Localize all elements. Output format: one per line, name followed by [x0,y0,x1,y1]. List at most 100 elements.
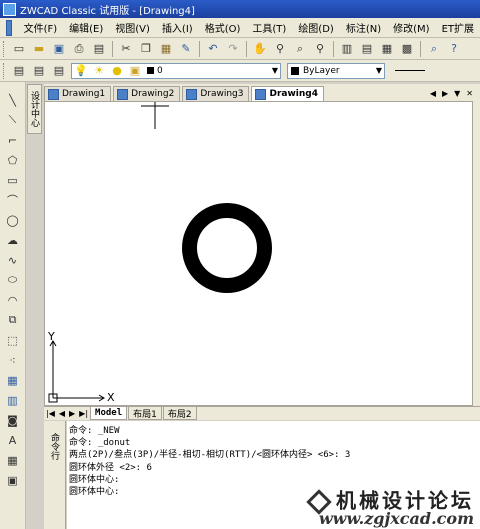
ucs-x-label: X [107,391,115,404]
tab-drawing2[interactable]: Drawing2 [113,86,181,101]
prev-tab-icon[interactable]: ◀ [59,409,65,418]
arc-icon[interactable]: ⌒ [5,192,21,208]
color-swatch [291,66,299,75]
menu-view[interactable]: 视图(V) [109,20,156,35]
make-block-icon[interactable]: ⬚ [5,332,21,348]
layer-value: 0 [157,65,163,76]
cut-icon[interactable]: ✂ [118,41,134,57]
tab-layout2[interactable]: 布局2 [162,407,197,420]
drawing-canvas[interactable]: Y X [44,101,473,406]
properties-icon[interactable]: ▥ [339,41,355,57]
command-line: 命令: _NEW [69,426,120,436]
window-title: ZWCAD Classic 试用版 - [Drawing4] [20,5,195,17]
zwcad-logo-icon[interactable] [6,19,12,36]
xline-icon[interactable]: ⟍ [5,112,21,128]
tab-list-icon[interactable]: ▼ [454,89,460,98]
undo-icon[interactable]: ↶ [205,41,221,57]
first-tab-icon[interactable]: |◀ [46,409,55,418]
mtext-icon[interactable]: A [5,432,21,448]
drawing-icon [117,88,129,100]
toolbar-grip[interactable] [3,62,6,79]
polyline-icon[interactable]: ⌐ [5,132,21,148]
layer-manager-icon[interactable]: ▤ [11,63,27,79]
table-icon[interactable]: ▦ [5,452,21,468]
drawing-icon [255,88,267,100]
tab-prev-icon[interactable]: ◀ [430,89,436,98]
close-icon[interactable]: ✕ [466,89,473,98]
menu-insert[interactable]: 插入(I) [156,20,199,35]
pan-icon[interactable]: ✋ [252,41,268,57]
ellipse-arc-icon[interactable]: ◠ [5,292,21,308]
zoom-realtime-icon[interactable]: ⚲ [272,41,288,57]
tab-label: Drawing4 [269,89,318,99]
menu-et-express[interactable]: ET扩展 [436,20,480,35]
save-icon[interactable]: ▣ [51,41,67,57]
circle-icon[interactable]: ◯ [5,212,21,228]
new-icon[interactable]: ▭ [11,41,27,57]
menu-dimension[interactable]: 标注(N) [340,20,387,35]
zoom-window-icon[interactable]: ⌕ [292,41,308,57]
gradient-icon[interactable]: ▥ [5,392,21,408]
layer-plot-icon: ▣ [129,64,141,77]
zoom-previous-icon[interactable]: ⚲ [312,41,328,57]
redo-icon[interactable]: ↷ [225,41,241,57]
design-center-tab[interactable]: 设计中心 [27,84,42,134]
tool-palette-icon[interactable]: ▦ [379,41,395,57]
color-value: ByLayer [303,65,340,76]
print-icon[interactable]: ⎙ [71,41,87,57]
layer-color-swatch [147,67,154,74]
rectangle-icon[interactable]: ▭ [5,172,21,188]
tab-next-icon[interactable]: ▶ [442,89,448,98]
layer-previous-icon[interactable]: ▤ [31,63,47,79]
region-icon[interactable]: ◙ [5,412,21,428]
menu-edit[interactable]: 编辑(E) [63,20,109,35]
design-center-icon[interactable]: ▤ [359,41,375,57]
layer-select[interactable]: 💡 ☀ ● ▣ 0 ▼ [71,62,281,79]
line-icon[interactable]: ╲ [5,92,21,108]
menu-modify[interactable]: 修改(M) [387,20,435,35]
last-tab-icon[interactable]: ▶| [79,409,88,418]
app-icon [3,2,16,16]
tab-model[interactable]: Model [90,407,128,420]
menu-format[interactable]: 格式(O) [199,20,247,35]
menu-file[interactable]: 文件(F) [18,20,64,35]
copy-icon[interactable]: ❐ [138,41,154,57]
vertical-scrollbar[interactable] [473,101,480,406]
command-panel-tab[interactable]: 命令行 [44,421,66,529]
spline-icon[interactable]: ∿ [5,252,21,268]
command-history[interactable]: 命令: _NEW 命令: _donut 两点(2P)/叁点(3P)/半径-相切-… [67,421,480,529]
revcloud-icon[interactable]: ☁ [5,232,21,248]
polygon-icon[interactable]: ⬠ [5,152,21,168]
donut-shape [182,203,272,293]
hatch-icon[interactable]: ▦ [5,372,21,388]
menu-bar: 文件(F) 编辑(E) 视图(V) 插入(I) 格式(O) 工具(T) 绘图(D… [0,18,480,38]
color-select[interactable]: ByLayer ▼ [287,62,385,79]
tab-layout1[interactable]: 布局1 [128,407,162,420]
drawing-icon [48,88,59,100]
linetype-preview[interactable] [395,70,425,71]
preview-icon[interactable]: ▤ [91,41,107,57]
help-icon[interactable]: ? [446,41,462,57]
tab-drawing3[interactable]: Drawing3 [182,86,250,101]
toolbar-grip[interactable] [3,40,6,57]
paste-icon[interactable]: ▦ [158,41,174,57]
match-properties-icon[interactable]: ✎ [178,41,194,57]
menu-tools[interactable]: 工具(T) [246,20,292,35]
insert-block-icon[interactable]: ⧉ [5,312,21,328]
open-icon[interactable]: ▬ [31,41,47,57]
next-tab-icon[interactable]: ▶ [69,409,75,418]
ucs-y-label: Y [47,330,55,343]
image-icon[interactable]: ▣ [5,472,21,488]
menu-draw[interactable]: 绘图(D) [292,20,340,35]
calculator-icon[interactable]: ▩ [399,41,415,57]
ellipse-icon[interactable]: ⬭ [5,272,21,288]
separator [246,40,247,57]
layer-freeze-icon: ☀ [94,64,104,77]
point-icon[interactable]: ⁖ [5,352,21,368]
layer-state-icon[interactable]: ▤ [51,63,67,79]
watermark-url: www.zgjxcad.com [318,508,474,528]
find-icon[interactable]: ⌕ [426,41,442,57]
ucs-icon [48,340,105,403]
tab-drawing1[interactable]: Drawing1 [44,86,112,101]
tab-drawing4[interactable]: Drawing4 [251,86,324,101]
